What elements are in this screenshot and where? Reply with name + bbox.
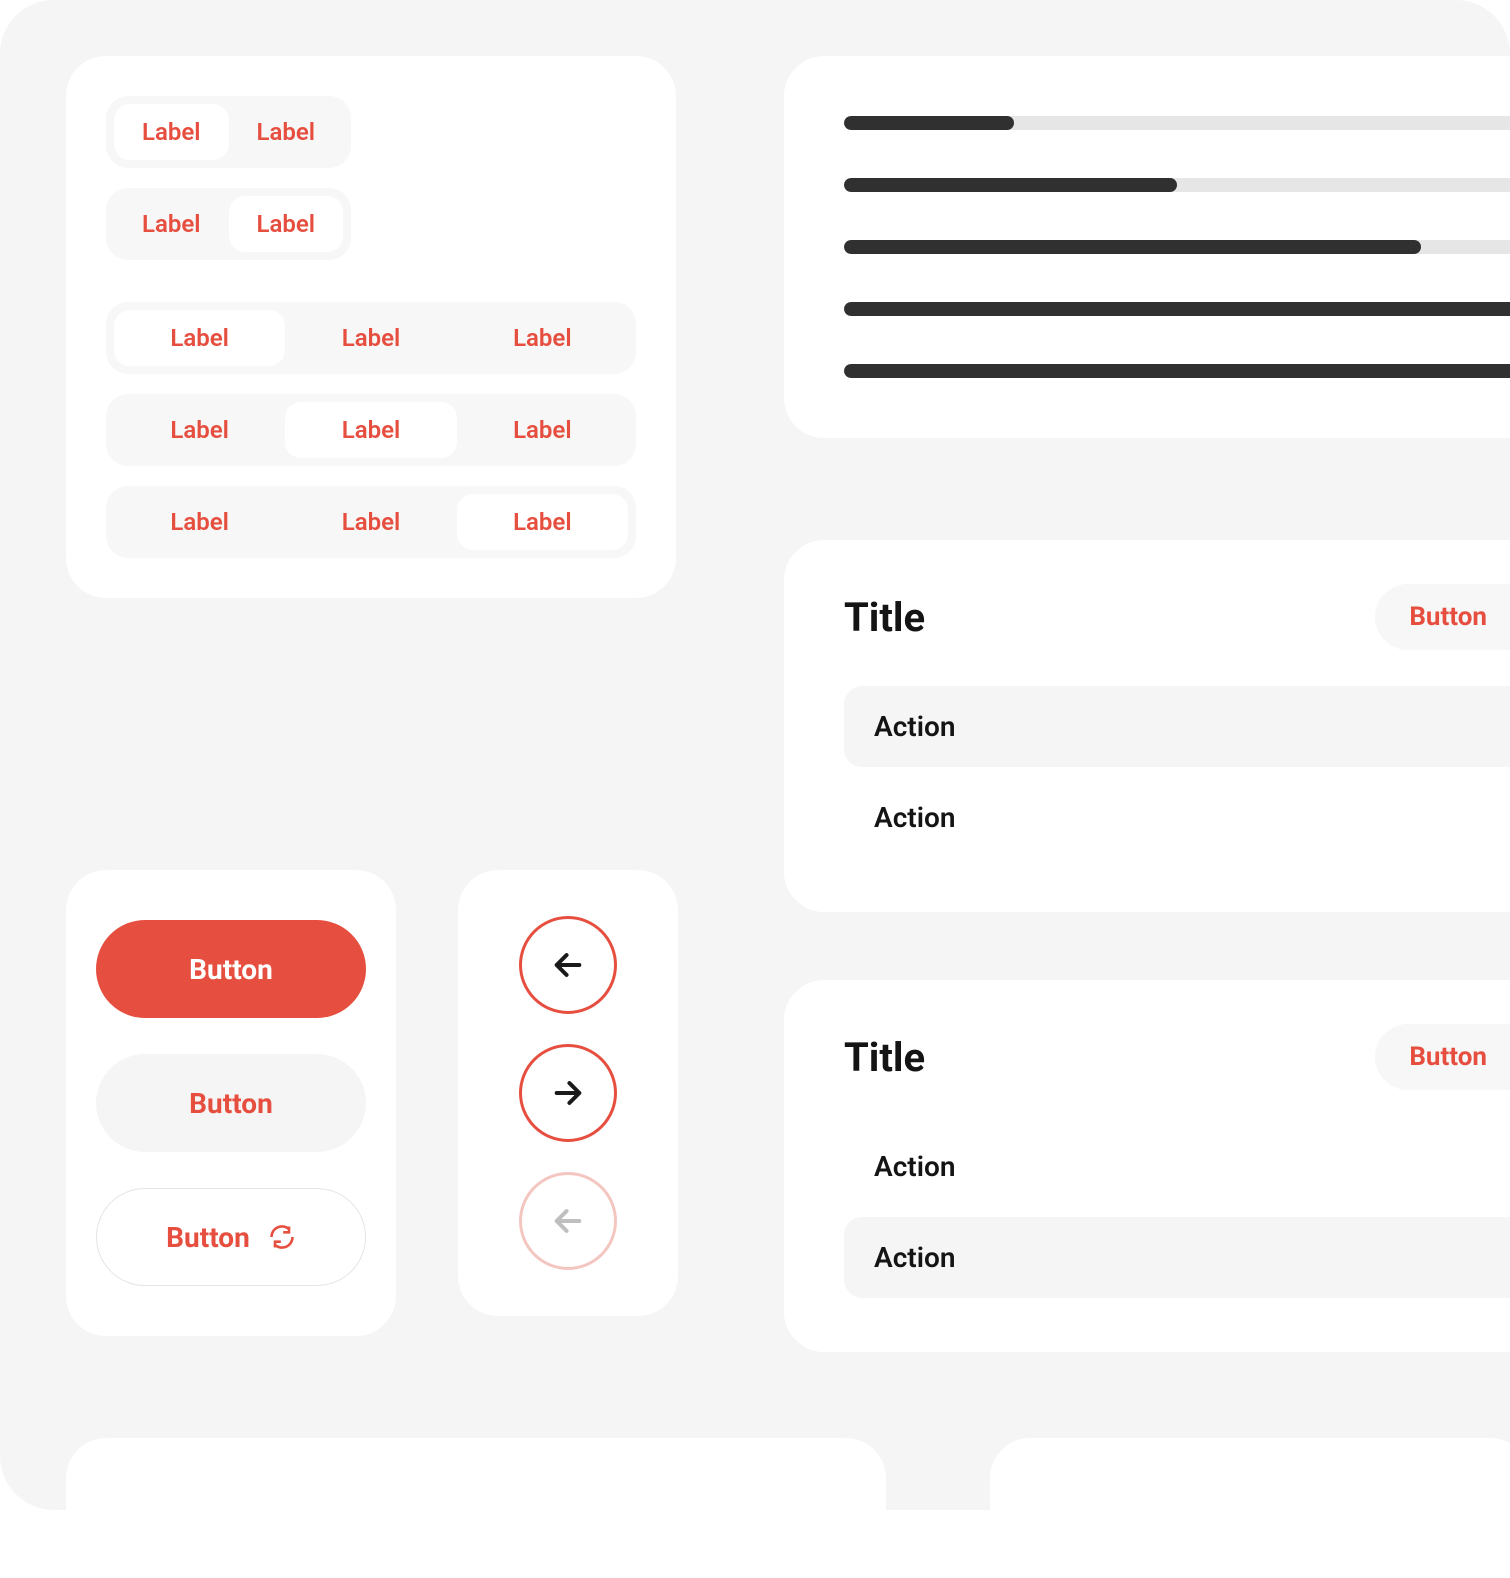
segmented-controls-card: Label Label Label Label Label Label Labe… [66,56,676,598]
action-row[interactable]: Action [844,1126,1510,1207]
panel-title: Title [844,1034,925,1081]
panel-header: Title Button [844,1024,1510,1090]
progress-fill [844,178,1177,192]
segmented-three-a: Label Label Label [106,302,636,374]
segment-option[interactable]: Label [457,402,628,458]
segment-option[interactable]: Label [114,310,285,366]
panel-button[interactable]: Button [1375,1024,1510,1090]
action-row[interactable]: Action [844,686,1510,767]
segment-option[interactable]: Label [457,310,628,366]
progress-fill [844,364,1510,378]
segmented-two-b: Label Label [106,188,351,260]
progress-bar [844,364,1510,378]
arrow-left-icon [551,1204,585,1238]
action-row[interactable]: Action [844,777,1510,858]
stub-card [990,1438,1510,1578]
progress-card [784,56,1510,438]
panel-button[interactable]: Button [1375,584,1510,650]
buttons-card: Button Button Button [66,870,396,1336]
segmented-three-c: Label Label Label [106,486,636,558]
segment-option[interactable]: Label [285,310,456,366]
segment-option[interactable]: Label [229,104,344,160]
primary-button[interactable]: Button [96,920,366,1018]
segment-option[interactable]: Label [114,104,229,160]
segment-option[interactable]: Label [285,494,456,550]
nav-prev-button-disabled [519,1172,617,1270]
title-action-panel: Title Button Action Action [784,980,1510,1352]
arrow-right-icon [551,1076,585,1110]
action-row[interactable]: Action [844,1217,1510,1298]
title-action-panel: Title Button Action Action [784,540,1510,912]
progress-bar [844,240,1510,254]
segment-option[interactable]: Label [114,196,229,252]
app-frame: Label Label Label Label Label Label Labe… [0,0,1510,1510]
progress-bar [844,302,1510,316]
segment-option[interactable]: Label [285,402,456,458]
progress-bar [844,116,1510,130]
stub-card [66,1438,886,1578]
panel-title: Title [844,594,925,641]
nav-prev-button[interactable] [519,916,617,1014]
nav-arrows-card [458,870,678,1316]
nav-next-button[interactable] [519,1044,617,1142]
segmented-two-a: Label Label [106,96,351,168]
secondary-button[interactable]: Button [96,1054,366,1152]
segmented-three-b: Label Label Label [106,394,636,466]
progress-fill [844,240,1421,254]
outline-button-label: Button [166,1221,250,1254]
progress-bar [844,178,1510,192]
segment-option[interactable]: Label [114,402,285,458]
refresh-icon [268,1223,296,1251]
progress-fill [844,302,1510,316]
segment-option[interactable]: Label [457,494,628,550]
progress-fill [844,116,1014,130]
segment-option[interactable]: Label [114,494,285,550]
outline-button[interactable]: Button [96,1188,366,1286]
panel-header: Title Button [844,584,1510,650]
arrow-left-icon [551,948,585,982]
segment-option[interactable]: Label [229,196,344,252]
